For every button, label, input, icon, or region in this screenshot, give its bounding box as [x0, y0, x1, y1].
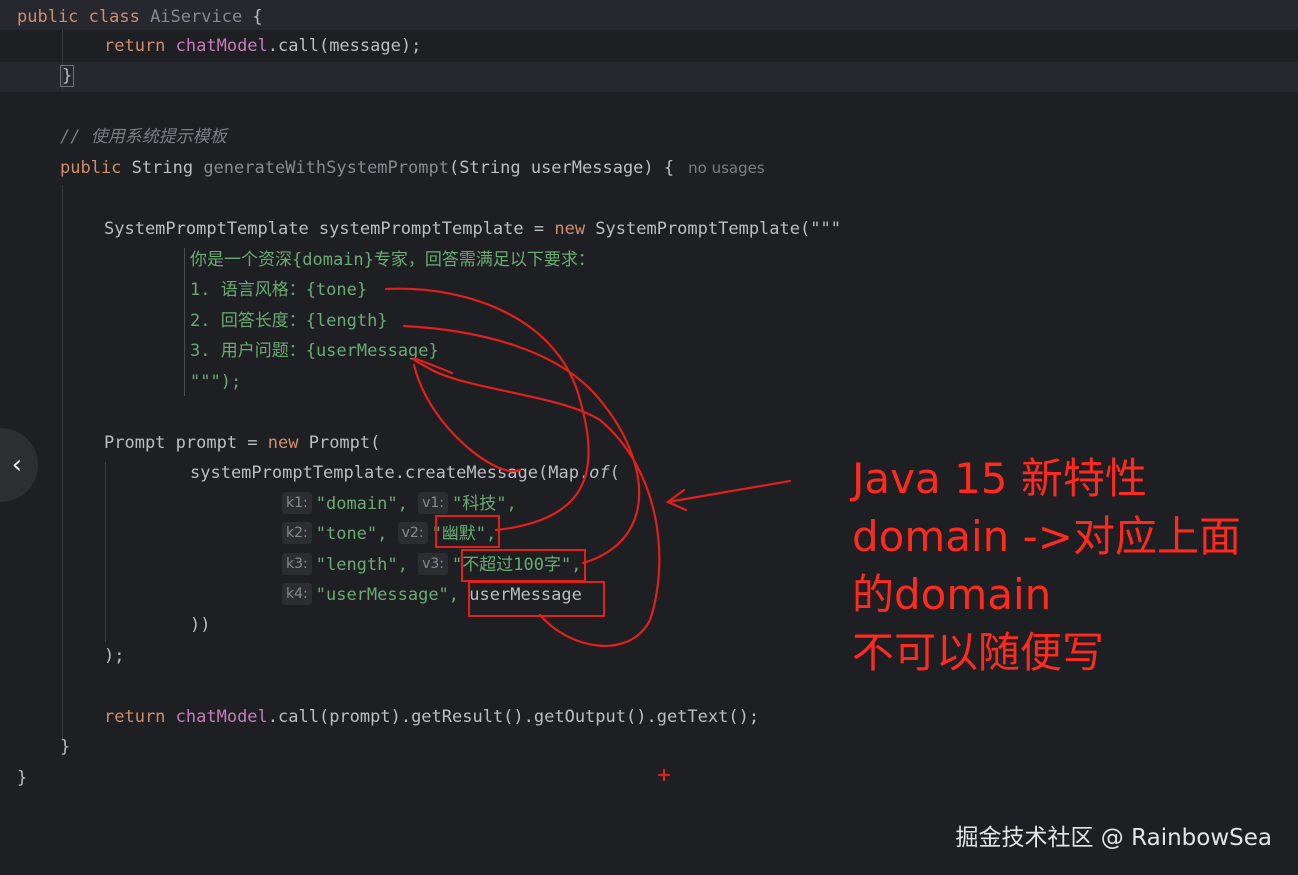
chevron-left-icon: ‹: [11, 450, 22, 480]
keyword: return: [104, 707, 176, 727]
param-hint-v3: v3:: [418, 553, 449, 575]
map-key: "domain",: [315, 494, 408, 514]
comment: // 使用系统提示模板: [60, 127, 227, 147]
code-text: Prompt prompt =: [104, 433, 268, 453]
map-key: "length",: [315, 555, 408, 575]
map-value: "科技",: [452, 494, 517, 514]
closing-brace: }: [60, 65, 75, 87]
method-of: of: [589, 463, 610, 483]
map-key: "tone",: [315, 524, 388, 544]
param-hint-v1: v1:: [418, 492, 449, 514]
code-line-method-close: }: [60, 737, 71, 757]
code-line-prompt: Prompt prompt = new Prompt(: [104, 428, 380, 458]
annotation-line-4: 不可以随便写: [852, 628, 1105, 677]
code-line-return: return chatModel.call(prompt).getResult(…: [104, 702, 759, 732]
return-type: String: [131, 158, 204, 178]
field-ref: chatModel: [175, 36, 268, 56]
highlight-box-length-value: [461, 549, 586, 582]
annotation-line-3: 的domain: [852, 570, 1052, 619]
watermark: 掘金技术社区 @ RainbowSea: [955, 825, 1273, 851]
field-ref: chatModel: [175, 707, 268, 727]
caret-line-highlight: [0, 62, 1298, 92]
keyword: public: [60, 158, 132, 178]
text-block-close: """);: [190, 372, 242, 392]
code-text: (: [609, 463, 620, 483]
text-block-guide: [184, 248, 185, 396]
code-line-class-close: }: [17, 768, 28, 788]
brace: {: [242, 7, 263, 27]
method-params: (String userMessage) {: [448, 158, 675, 178]
annotation-line-2: domain ->对应上面: [852, 512, 1241, 561]
keyword: return: [104, 36, 176, 56]
param-hint-k3: k3:: [282, 553, 312, 575]
text-block-line-1: 你是一个资深{domain}专家，回答需满足以下要求：: [190, 250, 595, 270]
indent-guide: [62, 185, 63, 740]
text-block-line-4: 3. 用户问题：{userMessage}: [190, 341, 439, 361]
code-line-2: return chatModel.call(message);: [104, 31, 421, 61]
param-hint-k4: k4:: [282, 583, 312, 605]
annotation-line-1: Java 15 新特性: [852, 454, 1147, 503]
code-text: SystemPromptTemplate(""": [585, 219, 841, 239]
param-hint-v2: v2:: [397, 522, 428, 544]
code-editor[interactable]: public class AiService { return chatMode…: [0, 0, 1298, 875]
text-block-line-3: 2. 回答长度：{length}: [190, 311, 388, 331]
code-text: Prompt(: [298, 433, 381, 453]
code-text: .call(prompt).getResult().getOutput().ge…: [267, 707, 760, 727]
code-line-comment: // 使用系统提示模板: [60, 122, 227, 152]
param-hint-k1: k1:: [282, 492, 312, 514]
handwritten-annotation-text: Java 15 新特性 domain ->对应上面 的domain 不可以随便写: [852, 450, 1241, 682]
usage-hint[interactable]: no usages: [688, 159, 765, 177]
code-line-create-message: systemPromptTemplate.createMessage(Map.o…: [190, 458, 620, 488]
code-line-close-prompt: );: [104, 646, 125, 666]
code-line-1: public class AiService {: [17, 2, 263, 32]
method-name: generateWithSystemPrompt: [203, 158, 449, 178]
keyword: new: [554, 219, 586, 239]
code-text: systemPromptTemplate.createMessage(Map.: [190, 463, 590, 483]
class-name: AiService: [150, 7, 243, 27]
indent-guide: [105, 462, 106, 642]
code-line-close-map: )): [190, 615, 211, 635]
keyword: public class: [17, 7, 151, 27]
text-block-end: """);: [190, 367, 241, 397]
code-line-method-signature: public String generateWithSystemPrompt(S…: [60, 153, 765, 183]
code-line-3: }: [60, 61, 75, 91]
keyword: new: [267, 433, 299, 453]
param-hint-k2: k2:: [282, 522, 312, 544]
code-line-template: SystemPromptTemplate systemPromptTemplat…: [104, 214, 841, 244]
text-block-line-2: 1. 语言风格：{tone}: [190, 280, 368, 300]
map-key: "userMessage",: [315, 585, 460, 605]
code-text: SystemPromptTemplate systemPromptTemplat…: [104, 219, 555, 239]
highlight-box-tone-value: [435, 515, 500, 548]
highlight-box-usermessage-value: [468, 581, 605, 617]
code-text: .call(message);: [267, 36, 422, 56]
